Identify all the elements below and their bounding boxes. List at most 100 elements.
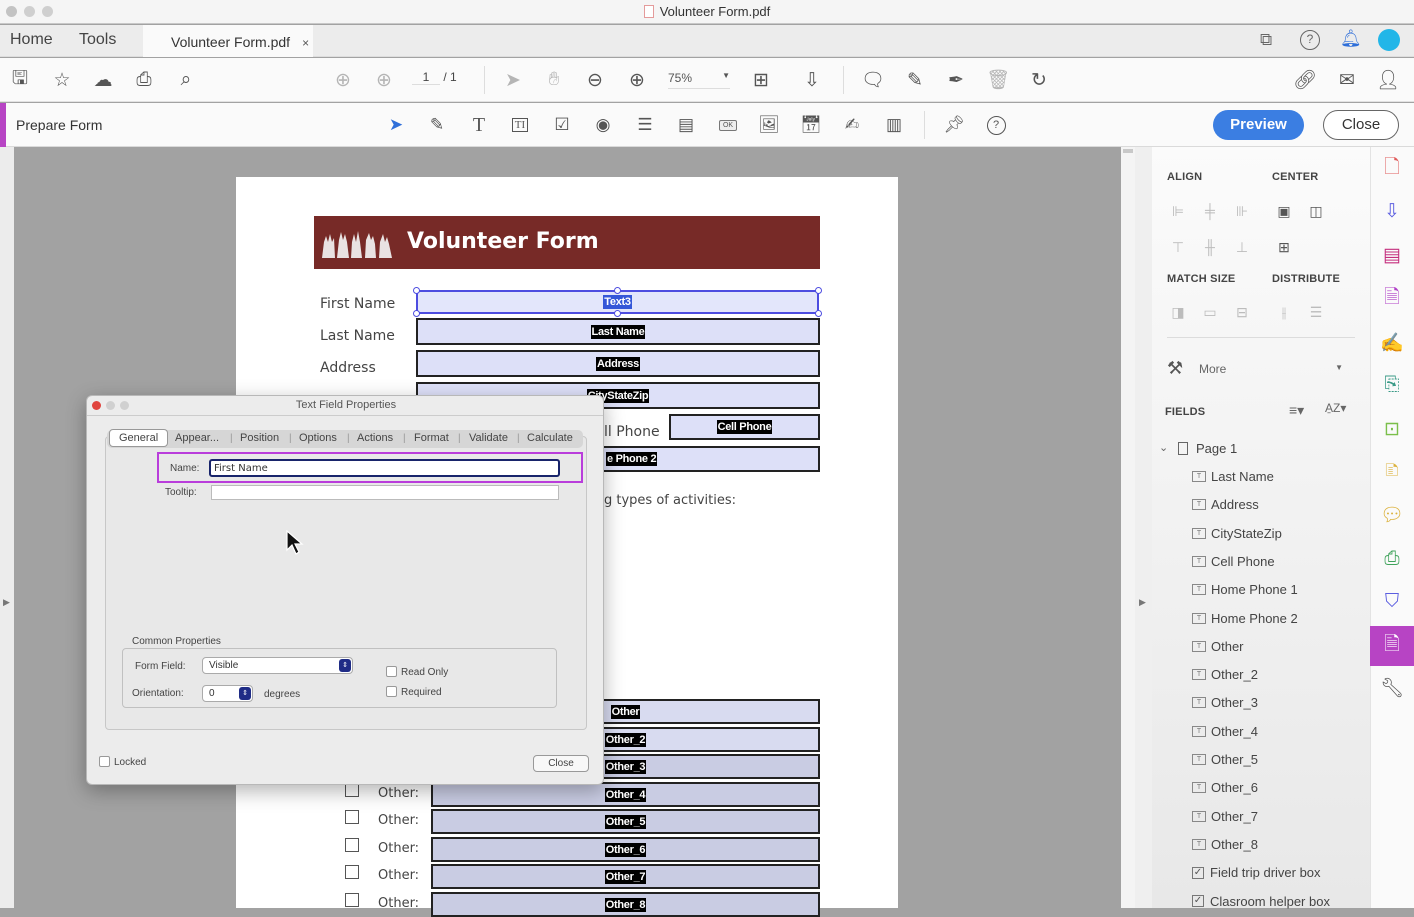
dropdown-tool-icon[interactable]: ▤ — [674, 113, 698, 137]
read-only-checkbox[interactable] — [386, 666, 397, 677]
form-field-select[interactable]: Visible ⇕ — [202, 657, 353, 674]
dialog-close-button-label[interactable]: Close — [533, 755, 589, 772]
field-list-item[interactable]: T Other_6 — [1192, 780, 1258, 795]
compress-icon[interactable]: ⊡ — [1370, 411, 1414, 447]
align-top-icon[interactable]: ⊤ — [1167, 237, 1189, 257]
form-field-other[interactable]: Other_7 — [431, 864, 820, 889]
orientation-select[interactable]: 0 ⇕ — [202, 685, 253, 702]
field-list-item[interactable]: T Home Phone 1 — [1192, 582, 1298, 597]
field-list-item[interactable]: T Address — [1192, 497, 1259, 512]
upload-cloud-icon[interactable]: ☁ — [91, 68, 115, 92]
share-link-icon[interactable]: 🔗︎ — [1293, 68, 1317, 92]
help-icon[interactable]: ? — [1300, 30, 1320, 50]
tab-validate[interactable]: Validate — [469, 432, 508, 444]
button-tool-icon[interactable]: OK — [716, 113, 740, 137]
send-for-signature-icon[interactable]: ⎘ — [1370, 367, 1414, 403]
tab-options[interactable]: Options — [299, 432, 337, 444]
field-list-item[interactable]: T Other_8 — [1192, 837, 1258, 852]
edit-pdf-icon[interactable]: 🗎 — [1370, 281, 1414, 317]
select-arrow-icon[interactable]: ➤ — [501, 68, 525, 92]
activity-checkbox[interactable] — [345, 893, 359, 907]
form-field-cell-phone[interactable]: Cell Phone — [669, 414, 820, 440]
align-vertical-center-icon[interactable]: ╫ — [1199, 237, 1221, 257]
sort-order-icon[interactable]: ≡▾ — [1289, 402, 1304, 419]
field-list-item[interactable]: T CityStateZip — [1192, 526, 1282, 541]
notifications-bell-icon[interactable]: 🔔︎ — [1340, 29, 1362, 49]
fit-page-icon[interactable]: ⊞ — [749, 68, 773, 92]
export-pdf-icon[interactable]: ⇩ — [1370, 193, 1414, 229]
comment-tool-icon[interactable]: 💬︎ — [1370, 497, 1414, 533]
tab-calculate[interactable]: Calculate — [527, 432, 573, 444]
scrollbar-thumb[interactable] — [1123, 149, 1133, 153]
protect-icon[interactable]: ⛉ — [1370, 584, 1414, 620]
zoom-in-icon[interactable]: ⊕ — [625, 68, 649, 92]
request-signatures-icon[interactable]: 🗈 — [1370, 454, 1414, 490]
center-horizontally-icon[interactable]: ▣ — [1273, 201, 1295, 221]
hand-icon[interactable]: ✋︎ — [542, 68, 566, 92]
tab-format[interactable]: Format — [414, 432, 449, 444]
bookmark-star-icon[interactable]: ☆ — [50, 68, 74, 92]
field-list-item[interactable]: T Other_7 — [1192, 809, 1258, 824]
field-list-item[interactable]: T Other_5 — [1192, 752, 1258, 767]
close-form-button[interactable]: Close — [1323, 110, 1399, 140]
align-horizontal-center-icon[interactable]: ╪ — [1199, 201, 1221, 221]
page-node[interactable]: Page 1 — [1178, 441, 1237, 456]
form-field-other[interactable]: Other_5 — [431, 809, 820, 834]
tab-appearance[interactable]: Appear... — [175, 432, 219, 444]
image-tool-icon[interactable]: 🖼︎ — [757, 113, 781, 137]
match-both-icon[interactable]: ⊟ — [1231, 302, 1253, 322]
signature-tool-icon[interactable]: ✍︎ — [840, 113, 864, 137]
tab-document[interactable]: Volunteer Form.pdf × — [143, 25, 313, 57]
rotate-icon[interactable]: ↻ — [1027, 68, 1051, 92]
tooltip-input[interactable] — [211, 485, 559, 500]
print-icon[interactable]: ⎙ — [132, 68, 156, 92]
pin-tool-icon[interactable]: 📌︎ — [942, 113, 966, 137]
field-list-item[interactable]: T Other_4 — [1192, 724, 1258, 739]
form-field-other[interactable]: Other_8 — [431, 892, 820, 917]
search-icon[interactable]: ⌕ — [174, 68, 198, 92]
scroll-mode-icon[interactable]: ⇩ — [800, 68, 824, 92]
tab-home[interactable]: Home — [10, 31, 53, 49]
activity-checkbox[interactable] — [345, 838, 359, 852]
prev-page-icon[interactable]: ⊕ — [331, 68, 355, 92]
center-both-icon[interactable]: ⊞ — [1273, 237, 1295, 257]
activity-checkbox[interactable] — [345, 783, 359, 797]
distribute-vertical-icon[interactable]: ☰ — [1305, 302, 1327, 322]
highlight-pen-icon[interactable]: ✎ — [903, 68, 927, 92]
delete-icon[interactable]: 🗑︎ — [986, 68, 1010, 92]
form-help-icon[interactable]: ? — [984, 113, 1008, 137]
more-tools-icon[interactable]: 🔧︎ — [1370, 670, 1414, 706]
tab-general[interactable]: General — [109, 429, 169, 447]
account-avatar[interactable] — [1378, 29, 1400, 51]
field-list-item[interactable]: T Other_2 — [1192, 667, 1258, 682]
field-list-item[interactable]: ✓ Field trip driver box — [1192, 865, 1321, 880]
more-dropdown[interactable]: ⚒ More ▼ — [1167, 358, 1349, 380]
sign-icon[interactable]: ✒ — [944, 68, 968, 92]
barcode-tool-icon[interactable]: ▥ — [882, 113, 906, 137]
preview-button[interactable]: Preview — [1213, 110, 1304, 140]
email-icon[interactable]: ✉ — [1335, 68, 1359, 92]
save-icon[interactable]: 🖫 — [8, 68, 32, 92]
radio-button-tool-icon[interactable]: ◉ — [591, 113, 615, 137]
required-checkbox[interactable] — [386, 686, 397, 697]
field-list-item[interactable]: T Last Name — [1192, 469, 1274, 484]
select-tool-icon[interactable]: ➤ — [384, 113, 408, 137]
next-page-icon[interactable]: ⊕ — [372, 68, 396, 92]
activity-checkbox[interactable] — [345, 810, 359, 824]
document-scrollbar[interactable] — [1121, 147, 1135, 908]
chevron-down-icon[interactable]: ⌄ — [1159, 441, 1168, 454]
field-list-item[interactable]: T Other — [1192, 639, 1244, 654]
field-list-item[interactable]: T Home Phone 2 — [1192, 611, 1298, 626]
tab-actions[interactable]: Actions — [357, 432, 393, 444]
field-list-item[interactable]: T Other_3 — [1192, 695, 1258, 710]
fill-sign-icon[interactable]: ✍ — [1370, 325, 1414, 361]
expand-left-panel-icon[interactable]: ▶ — [3, 597, 10, 608]
create-pdf-icon[interactable]: 🗋 — [1370, 151, 1414, 187]
field-list-item[interactable]: ✓ Clasroom helper box — [1192, 894, 1330, 909]
add-user-icon[interactable]: 👤︎ — [1376, 68, 1400, 92]
close-tab-icon[interactable]: × — [302, 36, 309, 50]
align-right-icon[interactable]: ⊪ — [1231, 201, 1253, 221]
tab-position[interactable]: Position — [240, 432, 279, 444]
align-bottom-icon[interactable]: ⊥ — [1231, 237, 1253, 257]
collapse-right-panel-icon[interactable]: ▶ — [1139, 597, 1146, 608]
